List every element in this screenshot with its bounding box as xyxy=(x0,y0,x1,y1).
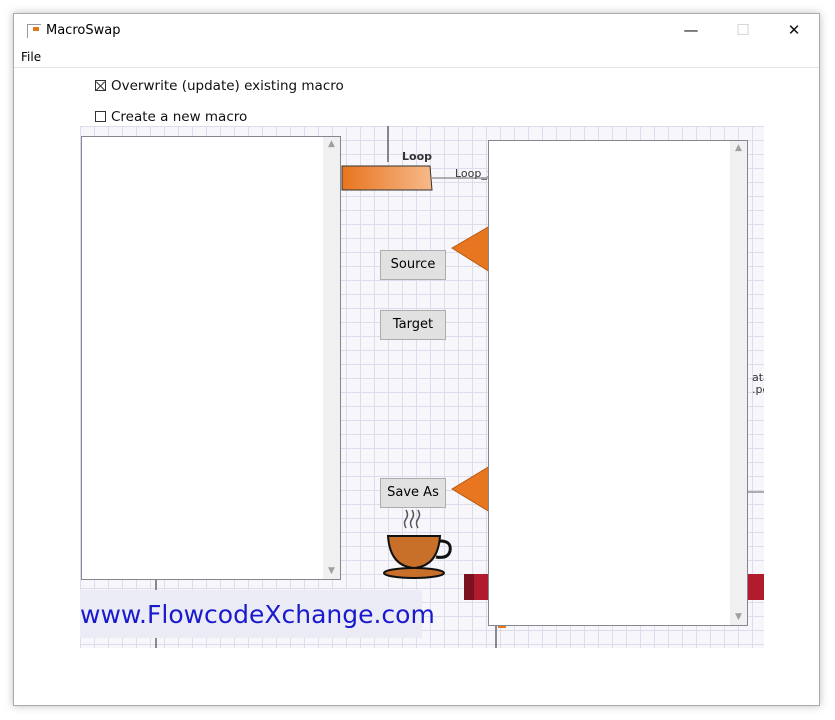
website-banner: www.FlowcodeXchange.com xyxy=(80,590,435,638)
maximize-button[interactable]: ☐ xyxy=(720,14,766,47)
source-list-scrollbar[interactable]: ▲ ▼ xyxy=(323,137,340,579)
source-list[interactable]: ▲ ▼ xyxy=(81,136,341,580)
scroll-up-icon[interactable]: ▲ xyxy=(323,139,340,149)
coffee-cup-icon xyxy=(383,509,452,579)
overwrite-option[interactable]: Overwrite (update) existing macro xyxy=(95,78,344,94)
close-button[interactable]: ✕ xyxy=(771,14,817,47)
create-label: Create a new macro xyxy=(111,109,248,125)
target-button[interactable]: Target xyxy=(380,310,446,340)
create-option[interactable]: Create a new macro xyxy=(95,109,247,125)
scroll-down-icon[interactable]: ▼ xyxy=(730,612,747,622)
scroll-up-icon[interactable]: ▲ xyxy=(730,143,747,153)
overwrite-checkbox[interactable] xyxy=(95,80,106,91)
loop-label: Loop xyxy=(402,150,432,163)
website-url: www.FlowcodeXchange.com xyxy=(80,600,435,629)
scroll-down-icon[interactable]: ▼ xyxy=(323,566,340,576)
overwrite-label: Overwrite (update) existing macro xyxy=(111,78,344,94)
macroswap-window: MacroSwap — ☐ ✕ File Loop Loop_x at .p O… xyxy=(13,13,820,706)
minimize-button[interactable]: — xyxy=(668,14,714,47)
menu-file[interactable]: File xyxy=(21,50,41,64)
app-icon xyxy=(27,24,41,38)
create-checkbox[interactable] xyxy=(95,111,106,122)
source-button[interactable]: Source xyxy=(380,250,446,280)
window-title: MacroSwap xyxy=(46,23,121,38)
target-list-scrollbar[interactable]: ▲ ▼ xyxy=(730,141,747,625)
title-bar: MacroSwap — ☐ ✕ xyxy=(14,14,819,47)
save-as-button[interactable]: Save As xyxy=(380,478,446,508)
side-text-2: .pc xyxy=(752,383,764,396)
menu-bar: File xyxy=(14,47,819,68)
target-list[interactable]: ▲ ▼ xyxy=(488,140,748,626)
